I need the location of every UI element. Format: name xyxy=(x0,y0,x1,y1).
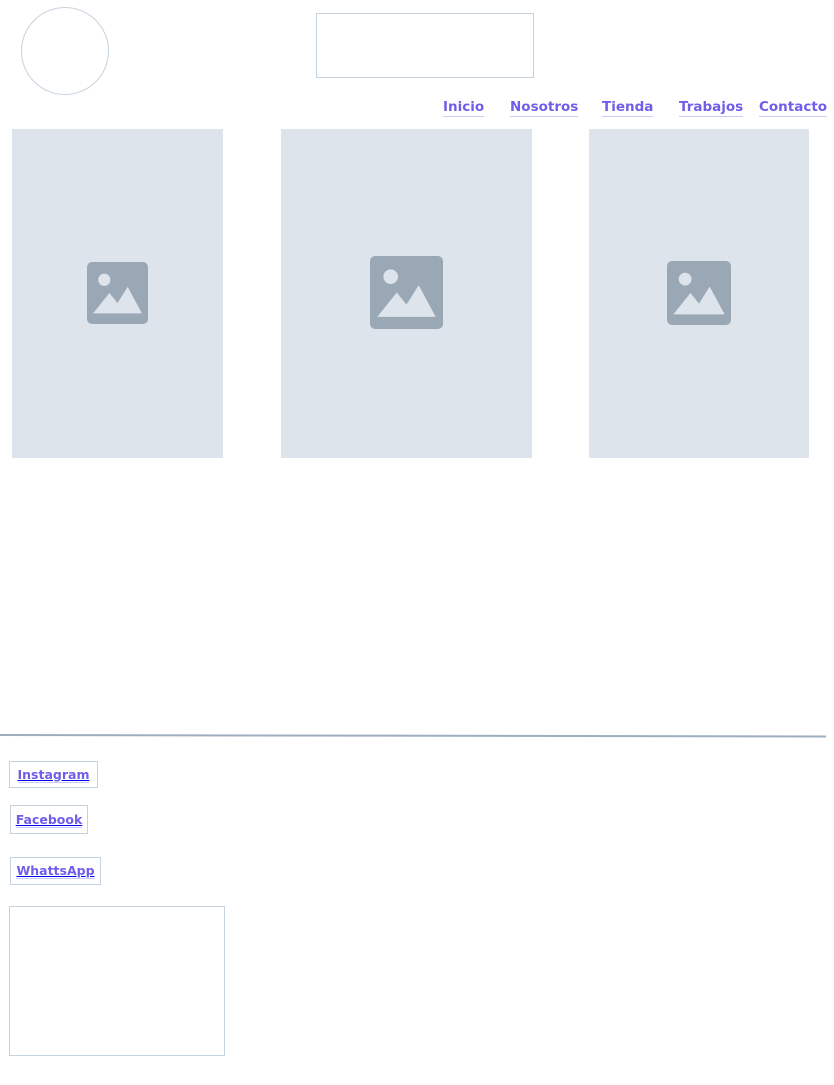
nav-inicio-link[interactable]: Inicio xyxy=(443,99,485,117)
footer-divider xyxy=(0,734,827,737)
footer-content-placeholder xyxy=(9,906,225,1056)
gallery-card-1 xyxy=(12,129,223,458)
whattsapp-link[interactable]: WhattsApp xyxy=(10,857,101,885)
facebook-label: Facebook xyxy=(15,811,83,828)
nav-tienda-link[interactable]: Tienda xyxy=(602,99,654,117)
image-placeholder-icon xyxy=(667,261,731,325)
gallery-card-3 xyxy=(589,129,809,458)
facebook-link[interactable]: Facebook xyxy=(10,805,88,834)
header-banner-placeholder xyxy=(316,13,534,78)
nav-contacto-link[interactable]: Contacto xyxy=(759,99,828,117)
whattsapp-label: WhattsApp xyxy=(16,863,95,879)
image-placeholder-icon xyxy=(370,256,443,329)
image-placeholder-icon xyxy=(87,262,148,324)
instagram-link[interactable]: Instagram xyxy=(9,761,98,788)
gallery-card-2 xyxy=(281,129,532,458)
instagram-label: Instagram xyxy=(17,766,90,783)
nav-nosotros-link[interactable]: Nosotros xyxy=(510,99,579,117)
nav-trabajos-link[interactable]: Trabajos xyxy=(679,99,744,117)
logo-placeholder xyxy=(21,7,109,95)
